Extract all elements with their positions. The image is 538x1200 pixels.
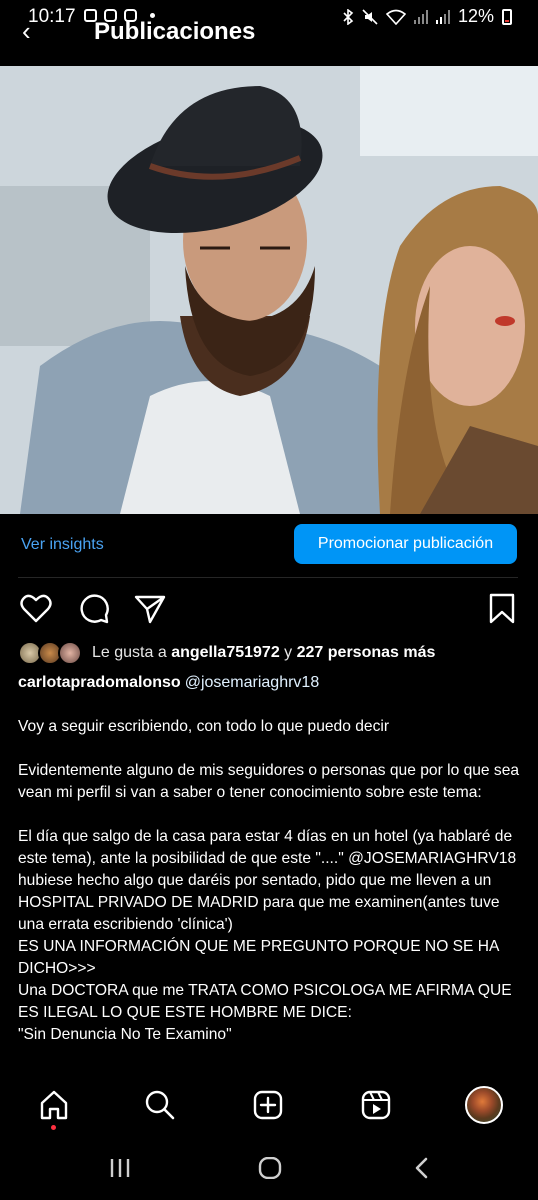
likes-prefix: Le gusta a: [92, 644, 167, 661]
avatar: [58, 641, 82, 665]
system-nav: [0, 1139, 538, 1200]
share-icon[interactable]: [134, 594, 166, 624]
likes-summary[interactable]: Le gusta a angella751972 y 227 personas …: [18, 640, 518, 668]
header: ‹ Publicaciones: [0, 20, 538, 66]
comment-icon[interactable]: [78, 593, 110, 625]
create-icon[interactable]: [252, 1089, 284, 1121]
home-circle-icon[interactable]: [258, 1157, 282, 1179]
caption-paragraph: El día que salgo de la casa para estar 4…: [18, 828, 517, 1043]
caption-paragraph: Voy a seguir escribiendo, con todo lo qu…: [18, 718, 390, 735]
divider: [18, 577, 518, 578]
post-action-bar: [0, 590, 538, 626]
post-photo-illustration: [0, 66, 538, 514]
reels-icon[interactable]: [360, 1089, 392, 1121]
likes-count[interactable]: 227 personas más: [297, 644, 436, 661]
page-title: Publicaciones: [94, 20, 256, 45]
bookmark-icon[interactable]: [488, 593, 516, 625]
liker-avatars: [18, 640, 84, 666]
search-icon[interactable]: [144, 1089, 176, 1121]
chevron-left-icon[interactable]: ‹: [22, 20, 31, 47]
mention-link[interactable]: @josemariaghrv18: [185, 674, 320, 691]
author-username[interactable]: carlotapradomalonso: [18, 674, 181, 691]
post-owner-actions: Ver insights Promocionar publicación: [0, 524, 538, 564]
more-notifications-dot: [150, 13, 155, 18]
heart-icon[interactable]: [20, 594, 52, 624]
caption-header: carlotapradomalonso @josemariaghrv18: [18, 674, 319, 692]
bottom-nav: [0, 1075, 538, 1139]
liker-username[interactable]: angella751972: [171, 644, 280, 661]
post-caption: Voy a seguir escribiendo, con todo lo qu…: [18, 716, 522, 1046]
likes-connector: y: [284, 644, 293, 661]
promote-button[interactable]: Promocionar publicación: [294, 524, 517, 564]
back-icon[interactable]: [410, 1157, 434, 1179]
home-icon[interactable]: [38, 1089, 70, 1121]
recents-icon[interactable]: [108, 1157, 132, 1179]
notification-dot: [51, 1125, 56, 1130]
likes-text: Le gusta a angella751972 y 227 personas …: [92, 644, 435, 662]
post-image[interactable]: [0, 66, 538, 514]
caption-paragraph: Evidentemente alguno de mis seguidores o…: [18, 762, 520, 801]
profile-avatar[interactable]: [465, 1086, 503, 1124]
view-insights-link[interactable]: Ver insights: [21, 536, 104, 554]
